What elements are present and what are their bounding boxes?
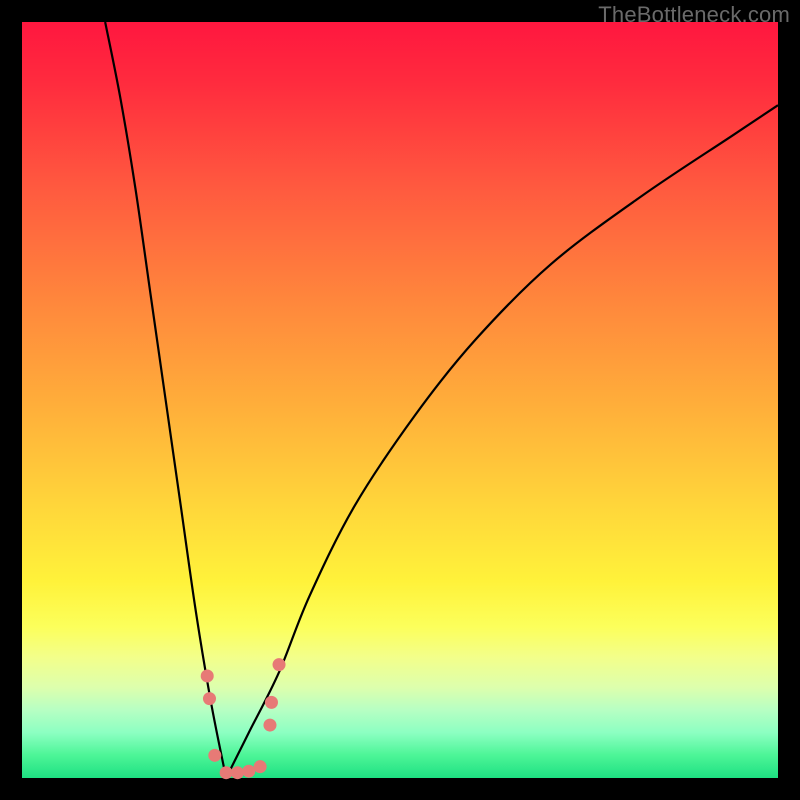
curve-layer — [22, 22, 778, 778]
data-dot — [208, 749, 221, 762]
data-dot — [273, 658, 286, 671]
data-dot — [242, 765, 255, 778]
data-dot — [220, 766, 233, 779]
left-curve — [105, 22, 226, 778]
data-dot — [231, 766, 244, 779]
data-dot — [201, 669, 214, 682]
chart-area — [22, 22, 778, 778]
data-dot — [254, 760, 267, 773]
right-curve — [226, 105, 778, 778]
data-dot — [203, 692, 216, 705]
data-dot — [263, 719, 276, 732]
data-dot — [265, 696, 278, 709]
watermark-text: TheBottleneck.com — [598, 2, 790, 28]
